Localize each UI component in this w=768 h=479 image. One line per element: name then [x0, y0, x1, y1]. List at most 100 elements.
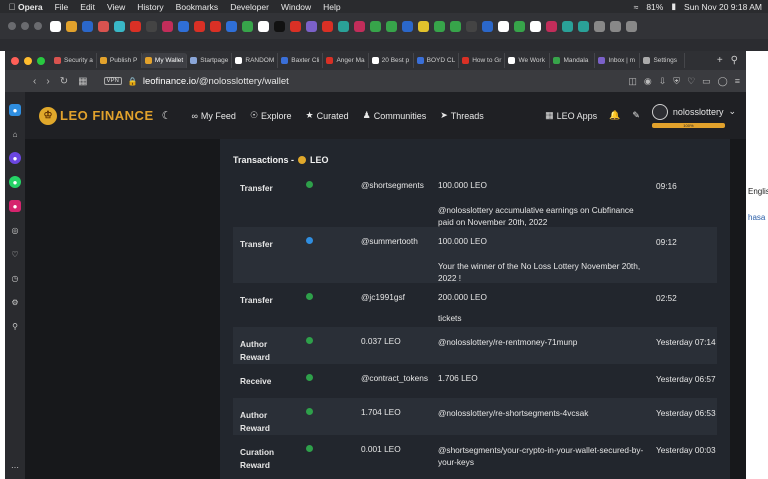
compose-pencil-icon[interactable]: ✎ [632, 110, 640, 121]
bg-tab-favicon-icon[interactable] [290, 20, 301, 32]
bg-tab-favicon-icon[interactable] [162, 20, 173, 32]
transaction-account[interactable]: @jc1991gsf [361, 292, 405, 302]
browser-tab[interactable]: Mandala [550, 53, 596, 68]
bg-tab-favicon-icon[interactable] [274, 20, 285, 32]
bg-tab-favicon-icon[interactable] [450, 20, 461, 32]
close-dot-icon[interactable] [11, 56, 19, 65]
apple-icon[interactable]:  [6, 2, 18, 12]
browser-tab[interactable]: 20 Best p [369, 53, 414, 68]
pin-icon[interactable]: ⚲ [9, 320, 21, 332]
menu-window[interactable]: Window [281, 2, 311, 12]
lock-icon[interactable]: 🔒 [128, 77, 138, 86]
transaction-memo[interactable]: @nolosslottery/re-rentmoney-71munp [438, 336, 648, 348]
menu-developer[interactable]: Developer [230, 2, 269, 12]
player-icon[interactable]: ◎ [9, 224, 21, 236]
whatsapp-icon[interactable]: ● [9, 176, 21, 188]
browser-tab[interactable]: We Work [505, 53, 551, 68]
bg-tab-favicon-icon[interactable] [530, 20, 541, 32]
shield-icon[interactable]: ⛨ [673, 76, 680, 87]
battery-icon[interactable]: ▮ [671, 1, 676, 12]
bg-tab-favicon-icon[interactable] [146, 20, 157, 32]
back-arrow-icon[interactable]: ‹ [33, 76, 36, 87]
forward-arrow-icon[interactable]: › [46, 76, 49, 87]
bg-tab-favicon-icon[interactable] [418, 20, 429, 32]
bg-tab-favicon-icon[interactable] [322, 20, 333, 32]
bg-tab-favicon-icon[interactable] [466, 20, 477, 32]
transaction-memo[interactable]: @shortsegments/your-crypto-in-your-walle… [438, 444, 648, 468]
account-icon[interactable]: ◯ [718, 76, 728, 87]
peek-text-2[interactable]: hasa [748, 213, 765, 222]
reload-icon[interactable]: ↻ [60, 76, 68, 87]
bg-tab-favicon-icon[interactable] [514, 20, 525, 32]
browser-tab[interactable]: Publish P [97, 53, 142, 68]
bg-tab-favicon-icon[interactable] [338, 20, 349, 32]
browser-tab[interactable]: How to Gr [459, 53, 506, 68]
heart-icon[interactable]: ♡ [9, 248, 21, 260]
battery-saver-icon[interactable]: ▭ [702, 76, 711, 87]
close-dot-icon[interactable] [8, 22, 16, 30]
transaction-account[interactable]: @contract_tokens [361, 373, 428, 383]
bg-tab-favicon-icon[interactable] [306, 20, 317, 32]
vpn-badge[interactable]: VPN [103, 77, 122, 85]
bg-tab-favicon-icon[interactable] [386, 20, 397, 32]
bg-tab-favicon-icon[interactable] [50, 20, 61, 32]
messenger-icon[interactable]: ● [9, 152, 21, 164]
menu-clock[interactable]: Sun Nov 20 9:18 AM [684, 2, 762, 12]
bg-tab-favicon-icon[interactable] [578, 20, 589, 32]
browser-tab[interactable]: Baxter Cli [278, 53, 324, 68]
bg-tab-favicon-icon[interactable] [610, 20, 621, 32]
bg-tab-favicon-icon[interactable] [402, 20, 413, 32]
settings-gear-icon[interactable]: ⚙ [9, 296, 21, 308]
bg-tab-favicon-icon[interactable] [178, 20, 189, 32]
bg-tab-favicon-icon[interactable] [626, 20, 637, 32]
menu-edit[interactable]: Edit [80, 2, 95, 12]
nav-my-feed[interactable]: ∞ My Feed [192, 110, 236, 121]
menu-help[interactable]: Help [323, 2, 340, 12]
snapshot-camera-icon[interactable]: ◉ [644, 76, 652, 87]
browser-tab[interactable]: BOYD CL [414, 53, 460, 68]
bg-tab-favicon-icon[interactable] [98, 20, 109, 32]
zoom-dot-icon[interactable] [37, 56, 45, 65]
speed-dial-grid-icon[interactable]: ▦ [78, 76, 87, 87]
bg-tab-favicon-icon[interactable] [66, 20, 77, 32]
bg-tab-favicon-icon[interactable] [194, 20, 205, 32]
leo-apps-button[interactable]: ▦ LEO Apps [545, 110, 597, 121]
more-dots-icon[interactable]: ⋯ [9, 461, 21, 473]
browser-tab[interactable]: Security a [51, 53, 97, 68]
bg-tab-favicon-icon[interactable] [258, 20, 269, 32]
bg-tab-favicon-icon[interactable] [434, 20, 445, 32]
browser-tab[interactable]: RANDOM [232, 53, 279, 68]
browser-tab[interactable]: Startpage [187, 53, 233, 68]
nav-threads[interactable]: ➤ Threads [440, 110, 484, 121]
bg-tab-favicon-icon[interactable] [594, 20, 605, 32]
bg-tab-favicon-icon[interactable] [210, 20, 221, 32]
browser-tab[interactable]: Anger Ma [323, 53, 369, 68]
minimize-dot-icon[interactable] [21, 22, 29, 30]
browser-tab[interactable]: Settings [640, 53, 686, 68]
nav-curated[interactable]: ★ Curated [306, 110, 349, 121]
history-clock-icon[interactable]: ◷ [9, 272, 21, 284]
nav-communities[interactable]: ♟ Communities [363, 110, 427, 121]
user-menu[interactable]: nolosslottery ⌄ 100% [651, 103, 736, 128]
bg-tab-favicon-icon[interactable] [562, 20, 573, 32]
bg-tab-favicon-icon[interactable] [482, 20, 493, 32]
notifications-bell-icon[interactable]: 🔔 [609, 110, 620, 121]
dark-mode-moon-icon[interactable]: ☾ [162, 109, 172, 122]
bg-tab-favicon-icon[interactable] [546, 20, 557, 32]
menu-app-name[interactable]: Opera [18, 2, 43, 12]
zoom-dot-icon[interactable] [34, 22, 42, 30]
wifi-icon[interactable]: ≈ [634, 2, 639, 12]
url-field[interactable]: leofinance.io/@nolosslottery/wallet [143, 76, 289, 87]
transaction-account[interactable]: @summertooth [361, 236, 418, 246]
bg-tab-favicon-icon[interactable] [354, 20, 365, 32]
bg-tab-favicon-icon[interactable] [242, 20, 253, 32]
minimize-dot-icon[interactable] [24, 56, 32, 65]
heart-icon[interactable]: ♡ [687, 76, 695, 87]
menu-file[interactable]: File [55, 2, 69, 12]
search-tabs-icon[interactable]: ⚲ [731, 55, 738, 66]
bg-tab-favicon-icon[interactable] [226, 20, 237, 32]
browser-tab[interactable]: Inbox | m [595, 53, 641, 68]
home-icon[interactable]: ⌂ [9, 128, 21, 140]
leo-logo[interactable]: ♔ LEO FINANCE [39, 106, 154, 125]
menu-bookmarks[interactable]: Bookmarks [176, 2, 219, 12]
